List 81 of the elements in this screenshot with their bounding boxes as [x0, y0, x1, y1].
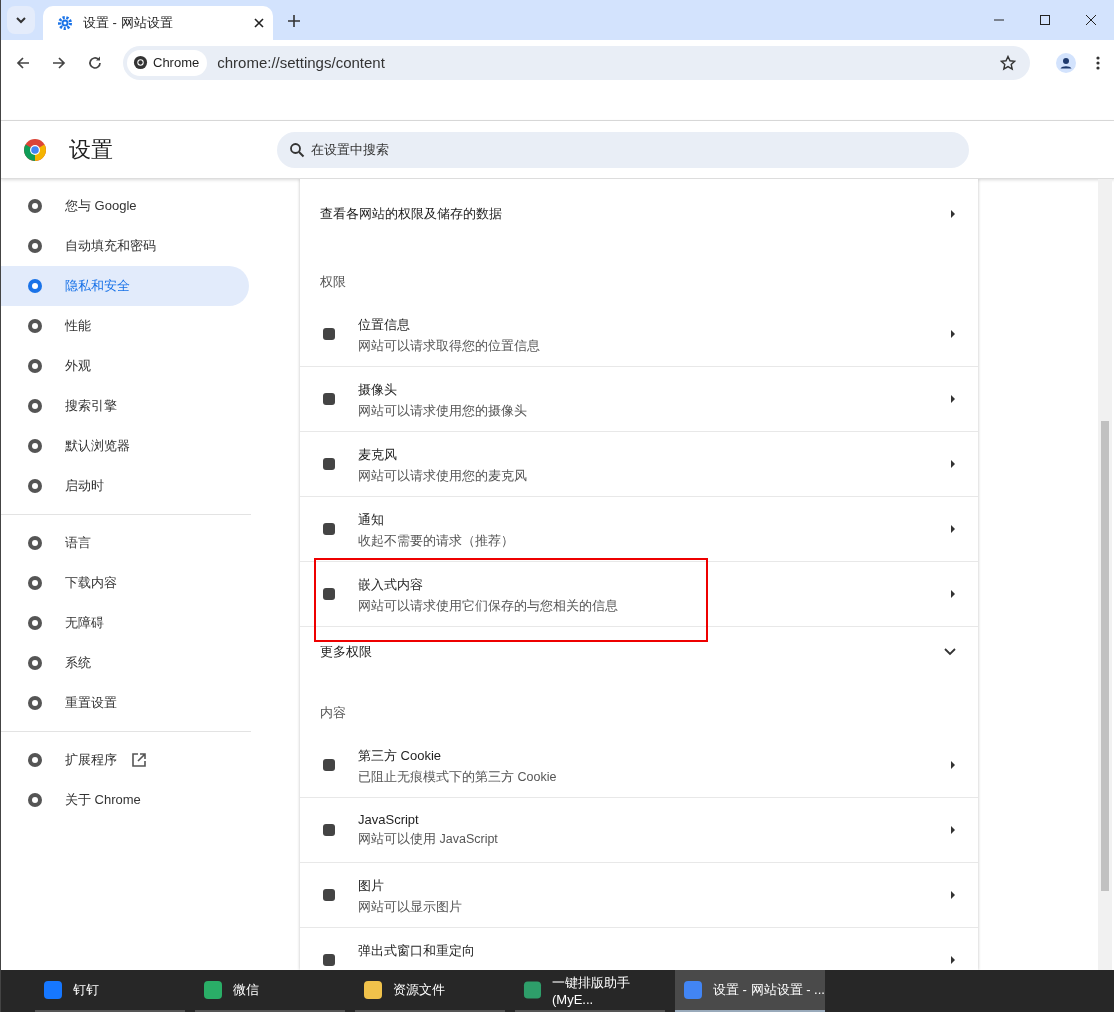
- permission-row[interactable]: 麦克风 网站可以请求使用您的麦克风: [300, 432, 978, 497]
- tab-search-button[interactable]: [7, 6, 35, 34]
- triangle-right-icon: [950, 524, 956, 534]
- row-title: 嵌入式内容: [358, 576, 424, 594]
- menu-icon[interactable]: [1096, 54, 1100, 71]
- triangle-right-icon: [950, 208, 956, 219]
- chrome-logo-icon: [23, 137, 47, 162]
- sidebar-item[interactable]: 系统: [1, 643, 249, 683]
- taskbar-item[interactable]: 设置 - 网站设置 - ...: [675, 970, 825, 1012]
- sidebar-item[interactable]: 启动时: [1, 466, 249, 506]
- section-heading: 内容: [319, 704, 347, 722]
- row-subtitle: 网站可以请求取得您的位置信息: [358, 338, 541, 355]
- sidebar-item[interactable]: 下载内容: [1, 563, 249, 603]
- triangle-right-icon: [950, 890, 956, 900]
- row-subtitle: 网站可以请求使用它们保存的与您相关的信息: [358, 598, 619, 615]
- maximize-icon[interactable]: [1039, 14, 1051, 26]
- sidebar-item[interactable]: 扩展程序: [1, 740, 249, 780]
- row-title: JavaScript: [358, 812, 420, 827]
- settings-title: 设置: [69, 135, 114, 164]
- taskbar-item[interactable]: 资源文件: [355, 970, 505, 1012]
- sidebar-item[interactable]: 您与 Google: [1, 186, 249, 226]
- row-title: 通知: [358, 511, 385, 529]
- row-subtitle: 网站可以显示图片: [358, 899, 463, 916]
- permission-row[interactable]: 通知 收起不需要的请求（推荐）: [300, 497, 978, 562]
- section-heading: 权限: [319, 273, 347, 291]
- more-permissions-row[interactable]: 更多权限: [300, 627, 978, 677]
- profile-avatar-icon[interactable]: [1056, 52, 1076, 73]
- taskbar-item[interactable]: 钉钉: [35, 970, 185, 1012]
- triangle-right-icon: [950, 459, 956, 469]
- triangle-right-icon: [950, 825, 956, 835]
- tab-title: 设置 - 网站设置: [83, 14, 174, 32]
- row-subtitle: 网站可以请求使用您的麦克风: [358, 468, 528, 485]
- address-bar[interactable]: Chrome chrome://settings/content: [123, 45, 1030, 80]
- sidebar-item[interactable]: 搜索引擎: [1, 386, 249, 426]
- sidebar-item[interactable]: 语言: [1, 523, 249, 563]
- sidebar-item[interactable]: 性能: [1, 306, 249, 346]
- site-chip[interactable]: Chrome: [127, 49, 208, 76]
- row-title: 第三方 Cookie: [358, 747, 443, 765]
- permission-row[interactable]: 第三方 Cookie 已阻止无痕模式下的第三方 Cookie: [300, 733, 978, 798]
- back-arrow-icon[interactable]: [15, 54, 31, 71]
- permission-row[interactable]: 图片 网站可以显示图片: [300, 863, 978, 928]
- sidebar-item[interactable]: 关于 Chrome: [1, 780, 249, 820]
- row-title: 图片: [358, 877, 385, 895]
- sidebar-item[interactable]: 默认浏览器: [1, 426, 249, 466]
- new-tab-icon[interactable]: [287, 14, 301, 28]
- sidebar-item[interactable]: 无障碍: [1, 603, 249, 643]
- triangle-right-icon: [950, 329, 956, 339]
- row-subtitle: 已阻止无痕模式下的第三方 Cookie: [358, 769, 558, 786]
- row-subtitle: 网站可以请求使用您的摄像头: [358, 403, 528, 420]
- scrollbar[interactable]: [1098, 179, 1112, 970]
- browser-tab[interactable]: 设置 - 网站设置: [43, 6, 273, 40]
- row-title: 麦克风: [358, 446, 398, 464]
- close-icon[interactable]: [1085, 14, 1097, 26]
- row-subtitle: 收起不需要的请求（推荐）: [358, 533, 515, 550]
- row-title: 弹出式窗口和重定向: [358, 942, 476, 960]
- row-title: 位置信息: [358, 316, 411, 334]
- sidebar-item[interactable]: 隐私和安全: [1, 266, 249, 306]
- reload-icon[interactable]: [87, 54, 103, 71]
- chevron-down-icon: [15, 14, 27, 26]
- sidebar-item[interactable]: 重置设置: [1, 683, 249, 723]
- taskbar-item[interactable]: 微信: [195, 970, 345, 1012]
- url-text: chrome://settings/content: [217, 54, 385, 71]
- permission-row[interactable]: 嵌入式内容 网站可以请求使用它们保存的与您相关的信息: [300, 562, 978, 627]
- close-icon[interactable]: [253, 17, 265, 29]
- taskbar-item[interactable]: 一键排版助手(MyE...: [515, 970, 665, 1012]
- sidebar-item[interactable]: 外观: [1, 346, 249, 386]
- row-subtitle: 网站可以使用 JavaScript: [358, 831, 499, 848]
- site-data-row[interactable]: 查看各网站的权限及储存的数据: [300, 181, 978, 246]
- permission-row[interactable]: 摄像头 网站可以请求使用您的摄像头: [300, 367, 978, 432]
- permission-row[interactable]: JavaScript 网站可以使用 JavaScript: [300, 798, 978, 863]
- triangle-right-icon: [950, 589, 956, 599]
- search-field[interactable]: 在设置中搜索: [277, 131, 969, 168]
- row-title: 摄像头: [358, 381, 398, 399]
- star-icon[interactable]: [1000, 54, 1016, 71]
- forward-arrow-icon[interactable]: [51, 54, 67, 71]
- triangle-right-icon: [950, 394, 956, 404]
- gear-icon: [57, 15, 73, 31]
- permission-row[interactable]: 位置信息 网站可以请求取得您的位置信息: [300, 302, 978, 367]
- triangle-right-icon: [950, 955, 956, 965]
- triangle-right-icon: [950, 760, 956, 770]
- sidebar-item[interactable]: 自动填充和密码: [1, 226, 249, 266]
